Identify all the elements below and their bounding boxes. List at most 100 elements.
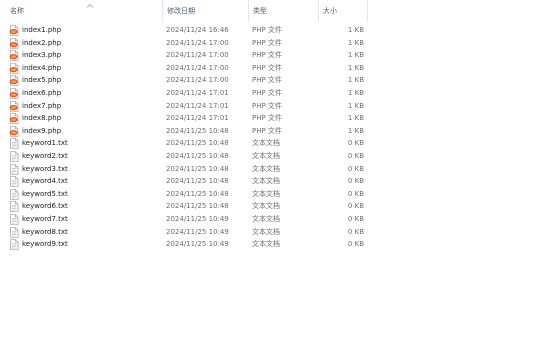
column-header-date-label: 修改日期 xyxy=(167,7,195,15)
file-name: index8.php xyxy=(22,114,62,123)
file-modified-date: 2024/11/25 10:48 xyxy=(166,202,229,211)
text-file-icon xyxy=(10,138,19,150)
file-name: keyword5.txt xyxy=(22,189,68,198)
file-type: 文本文档 xyxy=(252,214,280,223)
file-modified-date: 2024/11/25 10:48 xyxy=(166,177,229,186)
file-modified-date: 2024/11/24 17:00 xyxy=(166,63,229,72)
file-name: index4.php xyxy=(22,63,62,72)
file-row[interactable]: keyword8.txt 2024/11/25 10:49 文本文档 0 KB xyxy=(0,226,368,239)
file-name: keyword3.txt xyxy=(22,164,68,173)
php-file-icon xyxy=(9,37,19,49)
file-modified-date: 2024/11/25 10:48 xyxy=(166,164,229,173)
file-name: keyword6.txt xyxy=(22,202,68,211)
text-file-icon xyxy=(10,176,19,187)
column-header-bar: 名称 修改日期 类型 大小 xyxy=(0,0,554,22)
text-file-icon xyxy=(10,226,19,238)
php-file-icon xyxy=(9,62,19,74)
php-file-icon xyxy=(9,125,19,137)
file-name: index9.php xyxy=(22,126,62,135)
file-type: 文本文档 xyxy=(252,177,280,186)
file-type: PHP 文件 xyxy=(252,88,282,97)
file-size: 0 KB xyxy=(347,240,364,249)
file-size: 1 KB xyxy=(347,26,364,34)
file-row[interactable]: keyword4.txt 2024/11/25 10:48 文本文档 0 KB xyxy=(0,175,368,188)
text-file-icon xyxy=(10,239,19,250)
column-header-type[interactable]: 类型 xyxy=(249,0,319,22)
file-row[interactable]: index3.php 2024/11/24 17:00 PHP 文件 1 KB xyxy=(0,49,368,62)
file-type: 文本文档 xyxy=(252,139,280,148)
file-type: 文本文档 xyxy=(252,189,280,198)
php-file-icon xyxy=(9,100,19,112)
file-name: keyword9.txt xyxy=(22,240,68,249)
file-size: 0 KB xyxy=(347,214,364,223)
chevron-up-icon xyxy=(86,3,94,8)
file-type: PHP 文件 xyxy=(252,38,282,47)
file-row[interactable]: index6.php 2024/11/24 17:01 PHP 文件 1 KB xyxy=(0,87,368,100)
file-modified-date: 2024/11/24 17:00 xyxy=(166,76,229,85)
file-modified-date: 2024/11/24 17:01 xyxy=(166,101,229,110)
file-row[interactable]: keyword2.txt 2024/11/25 10:48 文本文档 0 KB xyxy=(0,150,368,163)
file-name: index1.php xyxy=(22,26,62,34)
file-name: index5.php xyxy=(22,76,62,85)
file-modified-date: 2024/11/25 10:48 xyxy=(166,151,229,160)
file-modified-date: 2024/11/24 17:01 xyxy=(166,114,229,123)
file-size: 0 KB xyxy=(347,189,364,198)
file-modified-date: 2024/11/25 10:48 xyxy=(166,139,229,148)
file-type: PHP 文件 xyxy=(252,101,282,110)
file-type: 文本文档 xyxy=(252,240,280,249)
file-name: index3.php xyxy=(22,51,62,60)
file-modified-date: 2024/11/25 10:49 xyxy=(166,227,229,236)
file-size: 1 KB xyxy=(347,126,364,135)
column-header-date[interactable]: 修改日期 xyxy=(163,0,249,22)
file-type: PHP 文件 xyxy=(252,126,282,135)
file-size: 0 KB xyxy=(347,177,364,186)
file-type: PHP 文件 xyxy=(252,76,282,85)
file-size: 1 KB xyxy=(347,76,364,85)
column-header-name[interactable]: 名称 xyxy=(6,0,163,22)
file-type: PHP 文件 xyxy=(252,26,282,34)
php-file-icon xyxy=(9,25,19,36)
column-header-size[interactable]: 大小 xyxy=(319,0,368,22)
file-size: 1 KB xyxy=(347,51,364,60)
file-size: 0 KB xyxy=(347,151,364,160)
file-modified-date: 2024/11/24 17:00 xyxy=(166,38,229,47)
file-row[interactable]: index2.php 2024/11/24 17:00 PHP 文件 1 KB xyxy=(0,37,368,50)
file-row[interactable]: index4.php 2024/11/24 17:00 PHP 文件 1 KB xyxy=(0,62,368,75)
file-type: 文本文档 xyxy=(252,202,280,211)
file-row[interactable]: keyword7.txt 2024/11/25 10:49 文本文档 0 KB xyxy=(0,213,368,226)
file-name: index7.php xyxy=(22,101,62,110)
php-file-icon xyxy=(9,113,19,125)
file-row[interactable]: keyword6.txt 2024/11/25 10:48 文本文档 0 KB xyxy=(0,200,368,213)
file-size: 0 KB xyxy=(347,227,364,236)
php-file-icon xyxy=(9,87,19,99)
file-name: keyword8.txt xyxy=(22,227,68,236)
file-row[interactable]: index5.php 2024/11/24 17:00 PHP 文件 1 KB xyxy=(0,74,368,87)
file-name: keyword7.txt xyxy=(22,214,68,223)
file-row[interactable]: keyword1.txt 2024/11/25 10:48 文本文档 0 KB xyxy=(0,137,368,150)
file-size: 0 KB xyxy=(347,139,364,148)
text-file-icon xyxy=(10,214,19,225)
file-type: PHP 文件 xyxy=(252,114,282,123)
file-name: index2.php xyxy=(22,38,62,47)
file-row[interactable]: index7.php 2024/11/24 17:01 PHP 文件 1 KB xyxy=(0,100,368,113)
text-file-icon xyxy=(10,188,19,200)
file-row[interactable]: keyword3.txt 2024/11/25 10:48 文本文档 0 KB xyxy=(0,163,368,176)
file-modified-date: 2024/11/25 10:48 xyxy=(166,126,229,135)
file-row[interactable]: index8.php 2024/11/24 17:01 PHP 文件 1 KB xyxy=(0,112,368,125)
file-type: 文本文档 xyxy=(252,164,280,173)
file-type: 文本文档 xyxy=(252,227,280,236)
file-size: 1 KB xyxy=(347,114,364,123)
file-row[interactable]: index1.php 2024/11/24 16:46 PHP 文件 1 KB xyxy=(0,24,368,37)
text-file-icon xyxy=(10,163,19,175)
file-row[interactable]: index9.php 2024/11/25 10:48 PHP 文件 1 KB xyxy=(0,125,368,138)
file-size: 0 KB xyxy=(347,202,364,211)
file-name: keyword1.txt xyxy=(22,139,68,148)
file-list: index1.php 2024/11/24 16:46 PHP 文件 1 KB inde… xyxy=(0,24,554,251)
file-modified-date: 2024/11/25 10:49 xyxy=(166,240,229,249)
file-modified-date: 2024/11/25 10:48 xyxy=(166,189,229,198)
file-row[interactable]: keyword5.txt 2024/11/25 10:48 文本文档 0 KB xyxy=(0,188,368,201)
file-row[interactable]: keyword9.txt 2024/11/25 10:49 文本文档 0 KB xyxy=(0,238,368,251)
file-name: index6.php xyxy=(22,88,62,97)
file-size: 1 KB xyxy=(347,38,364,47)
file-modified-date: 2024/11/24 17:01 xyxy=(166,88,229,97)
